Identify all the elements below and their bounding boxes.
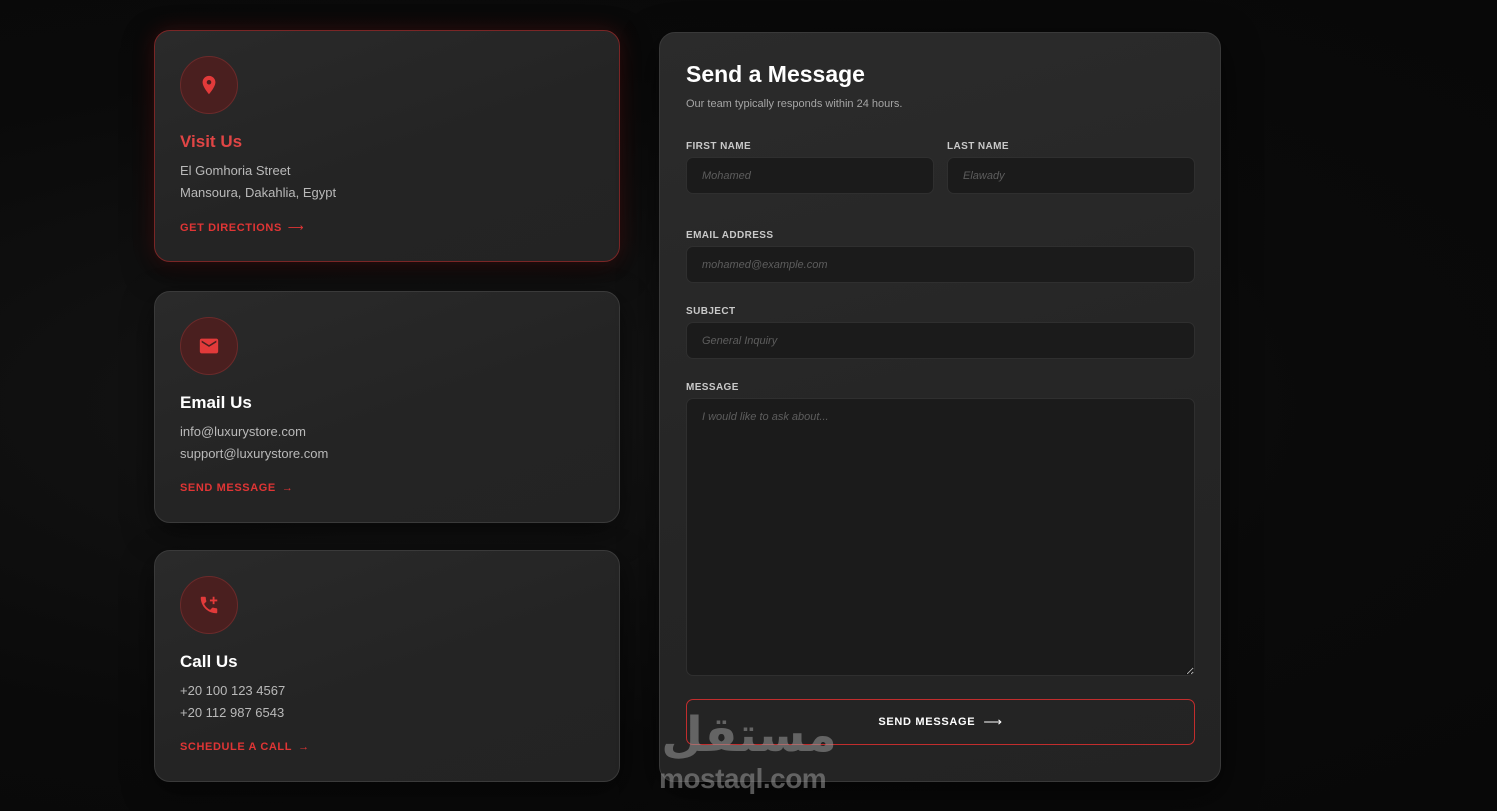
message-label: MESSAGE	[686, 382, 739, 393]
arrow-right-icon: →	[281, 482, 294, 494]
email-line-2: support@luxurystore.com	[180, 446, 329, 461]
address-line-2: Mansoura, Dakahlia, Egypt	[180, 185, 337, 200]
card-title: Visit Us	[180, 132, 243, 151]
link-label: SCHEDULE A CALL	[180, 741, 293, 753]
last-name-label: LAST NAME	[947, 141, 1009, 152]
mail-icon	[180, 317, 238, 375]
message-textarea[interactable]	[686, 398, 1195, 676]
subject-label: SUBJECT	[686, 306, 736, 317]
card-title: Email Us	[180, 393, 252, 412]
subject-input[interactable]	[686, 322, 1195, 359]
visit-us-card: Visit Us El Gomhoria Street Mansoura, Da…	[154, 30, 620, 262]
schedule-call-link[interactable]: SCHEDULE A CALL →	[180, 741, 310, 753]
first-name-label: FIRST NAME	[686, 141, 752, 152]
first-name-input[interactable]	[686, 157, 934, 194]
phone-line-2: +20 112 987 6543	[180, 705, 285, 720]
email-input[interactable]	[686, 246, 1195, 283]
send-message-button[interactable]: SEND MESSAGE ⟶	[686, 699, 1195, 745]
arrow-right-icon: →	[298, 741, 310, 753]
link-label: GET DIRECTIONS	[180, 222, 282, 234]
last-name-input[interactable]	[947, 157, 1195, 194]
contact-form-panel: Send a Message Our team typically respon…	[659, 32, 1221, 782]
send-message-link[interactable]: SEND MESSAGE →	[180, 482, 293, 494]
card-title: Call Us	[180, 652, 238, 671]
link-label: SEND MESSAGE	[180, 482, 276, 494]
arrow-right-icon: ⟶	[983, 714, 1003, 729]
phone-add-icon	[180, 576, 238, 634]
arrow-right-icon: ⟶	[287, 222, 305, 234]
email-us-card: Email Us info@luxurystore.com support@lu…	[154, 291, 620, 523]
email-label: EMAIL ADDRESS	[686, 230, 774, 241]
get-directions-link[interactable]: GET DIRECTIONS ⟶	[180, 221, 304, 234]
address-line-1: El Gomhoria Street	[180, 163, 291, 178]
call-us-card: Call Us +20 100 123 4567 +20 112 987 654…	[154, 550, 620, 782]
send-button-label: SEND MESSAGE	[878, 716, 976, 728]
email-line-1: info@luxurystore.com	[180, 424, 306, 439]
location-pin-icon	[180, 56, 238, 114]
phone-line-1: +20 100 123 4567	[180, 683, 286, 698]
form-subtitle: Our team typically responds within 24 ho…	[686, 98, 903, 110]
form-title: Send a Message	[686, 61, 865, 87]
